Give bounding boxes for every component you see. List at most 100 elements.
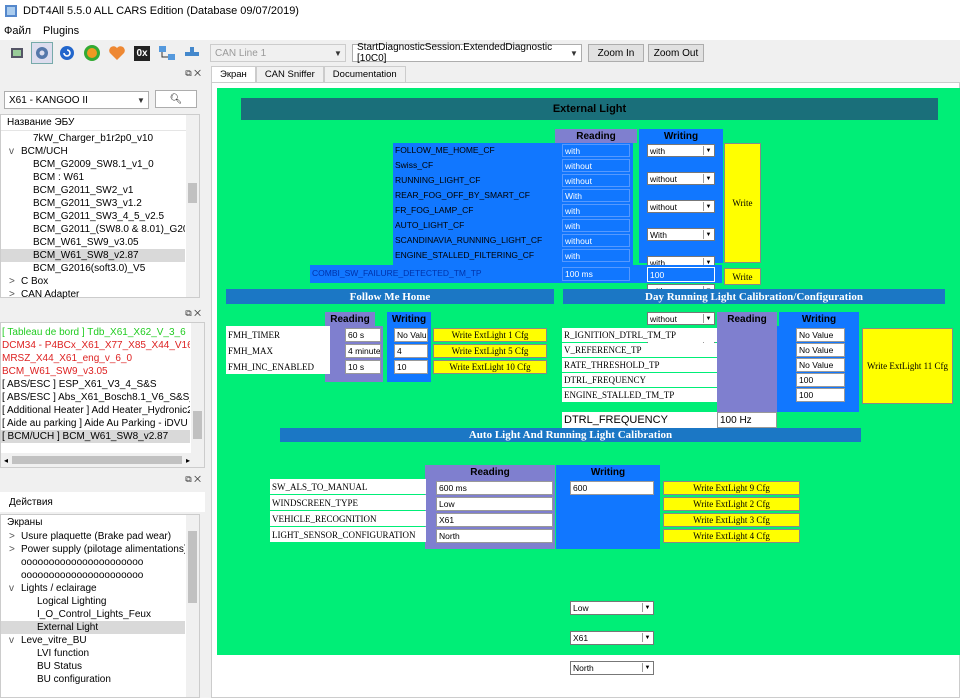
search-ecu-button[interactable]: 🔍︎ bbox=[155, 90, 197, 108]
screen-tree-item-label: Usure plaquette (Brake pad wear) bbox=[21, 531, 172, 542]
hex-0x-icon[interactable]: 0x bbox=[131, 42, 153, 64]
refresh-icon[interactable] bbox=[56, 42, 78, 64]
can-line-select[interactable]: CAN Line 1 ▼ bbox=[210, 44, 346, 62]
screen-tree-item[interactable]: v Lights / eclairage bbox=[1, 582, 185, 595]
param-write-select[interactable]: without ▼ bbox=[647, 312, 715, 325]
tab-screen[interactable]: Экран bbox=[211, 66, 256, 82]
expand-icon[interactable]: > bbox=[9, 530, 21, 543]
screen-tree-item[interactable]: > Power supply (pilotage alimentations) bbox=[1, 543, 185, 556]
expand-icon[interactable]: > bbox=[9, 275, 21, 288]
pipe-icon[interactable] bbox=[181, 42, 203, 64]
drl-write-button[interactable]: Write ExtLight 11 Cfg bbox=[862, 328, 953, 404]
auto-write-value: Low bbox=[573, 603, 589, 613]
ecu-tree-item[interactable]: BCM_W61_SW9_v3.05 bbox=[1, 236, 185, 249]
vehicle-select[interactable]: X61 - KANGOO II ▼ bbox=[4, 91, 149, 109]
ecu-tree-item[interactable]: BCM_G2011_(SW8.0 & 8.01)_G201... bbox=[1, 223, 185, 236]
screen-tree-item[interactable]: > Usure plaquette (Brake pad wear) bbox=[1, 530, 185, 543]
ecu-tree-item[interactable]: BCM_W61_SW8_v2.87 bbox=[1, 249, 185, 262]
screen-tree-item[interactable]: oooooooooooooooooooooo bbox=[1, 556, 185, 569]
expand-icon[interactable]: v bbox=[9, 634, 21, 647]
tab-can-sniffer[interactable]: CAN Sniffer bbox=[255, 66, 324, 82]
param-write-select[interactable]: with ▼ bbox=[647, 144, 715, 157]
expand-icon[interactable]: v bbox=[9, 145, 21, 158]
globe-icon[interactable] bbox=[81, 42, 103, 64]
chip-icon[interactable] bbox=[6, 42, 28, 64]
zoom-out-button[interactable]: Zoom Out bbox=[648, 44, 704, 62]
expand-icon[interactable]: > bbox=[9, 288, 21, 301]
menu-file[interactable]: Файл bbox=[4, 25, 31, 37]
auto-write-button[interactable]: Write ExtLight 4 Cfg bbox=[663, 529, 800, 543]
auto-write-button[interactable]: Write ExtLight 9 Cfg bbox=[663, 481, 800, 495]
ecu-tree: Название ЭБУ 7kW_Charger_b1r2p0_v10 v BCM/… bbox=[0, 114, 200, 301]
combi-write-button[interactable]: Write bbox=[724, 268, 761, 285]
ecu-list-item[interactable]: DCM34 - P4BCx_X61_X77_X85_X44_V16 bbox=[1, 339, 190, 352]
undock-icon[interactable]: ⧉ ✕ bbox=[185, 308, 201, 319]
param-read-value: with bbox=[562, 249, 630, 262]
tab-documentation[interactable]: Documentation bbox=[323, 66, 406, 82]
screens-scrollbar[interactable] bbox=[186, 515, 199, 697]
settings-gear-icon[interactable] bbox=[31, 42, 53, 64]
ecu-tree-item[interactable]: 7kW_Charger_b1r2p0_v10 bbox=[1, 132, 185, 145]
ecu-list-item[interactable]: [ Additional Heater ] Add Heater_Hydroni… bbox=[1, 404, 190, 417]
auto-write-input[interactable]: 600 bbox=[570, 481, 654, 495]
screens-tree-header: Экраны bbox=[7, 517, 43, 528]
menu-plugins[interactable]: Plugins bbox=[43, 25, 79, 37]
screen-tree-item[interactable]: I_O_Control_Lights_Feux bbox=[1, 608, 185, 621]
screen-tree-item[interactable]: BU configuration bbox=[1, 673, 185, 686]
ecu-list-item[interactable]: [ BCM/UCH ] BCM_W61_SW8_v2.87 bbox=[1, 430, 190, 443]
expand-icon[interactable]: > bbox=[9, 543, 21, 556]
ecu-tree-item[interactable]: BCM_G2016(soft3.0)_V5 bbox=[1, 262, 185, 275]
screen-tree-item[interactable]: BU Status bbox=[1, 660, 185, 673]
fmh-write-input[interactable]: No Value bbox=[394, 328, 428, 342]
param-write-select[interactable]: without ▼ bbox=[647, 200, 715, 213]
ecu-list-item[interactable]: MRSZ_X44_X61_eng_v_6_0 bbox=[1, 352, 190, 365]
ecu-tree-scrollbar[interactable] bbox=[186, 115, 199, 297]
ecu-tree-item[interactable]: BCM_G2011_SW3_4_5_v2.5 bbox=[1, 210, 185, 223]
fmh-write-button[interactable]: Write ExtLight 10 Cfg bbox=[433, 360, 547, 374]
ecu-list-hscrollbar[interactable]: ◂ ▸ bbox=[1, 453, 204, 467]
screen-tree-item[interactable]: v Leve_vitre_BU bbox=[1, 634, 185, 647]
param-write-select[interactable]: With ▼ bbox=[647, 228, 715, 241]
network-icon[interactable] bbox=[156, 42, 178, 64]
session-select[interactable]: StartDiagnosticSession.ExtendedDiagnosti… bbox=[352, 42, 582, 64]
auto-write-button[interactable]: Write ExtLight 3 Cfg bbox=[663, 513, 800, 527]
zoom-in-button[interactable]: Zoom In bbox=[588, 44, 644, 62]
ecu-tree-item[interactable]: > C Box bbox=[1, 275, 185, 288]
ecu-tree-item[interactable]: BCM_G2011_SW3_v1.2 bbox=[1, 197, 185, 210]
ecu-list-item[interactable]: [ Aide au parking ] Aide Au Parking - iD… bbox=[1, 417, 190, 430]
ecu-tree-item[interactable]: BCM_G2011_SW2_v1 bbox=[1, 184, 185, 197]
actions-label: Действия bbox=[0, 492, 205, 512]
fmh-reading-header: Reading bbox=[325, 312, 375, 326]
fmh-write-button[interactable]: Write ExtLight 5 Cfg bbox=[433, 344, 547, 358]
auto-write-select[interactable]: Low ▼ bbox=[570, 601, 654, 615]
auto-write-button[interactable]: Write ExtLight 2 Cfg bbox=[663, 497, 800, 511]
fmh-write-button[interactable]: Write ExtLight 1 Cfg bbox=[433, 328, 547, 342]
ecu-list-item[interactable]: [ ABS/ESC ] ESP_X61_V3_4_S&S bbox=[1, 378, 190, 391]
ecu-tree-item[interactable]: v BCM/UCH bbox=[1, 145, 185, 158]
write-button[interactable]: Write bbox=[724, 143, 761, 263]
fmh-section-title: Follow Me Home bbox=[226, 289, 554, 304]
screen-tree-item[interactable]: Logical Lighting bbox=[1, 595, 185, 608]
ecu-tree-item[interactable]: > CAN Adapter bbox=[1, 288, 185, 301]
ecu-list-scrollbar[interactable] bbox=[191, 323, 204, 453]
ecu-tree-item[interactable]: BCM_G2009_SW8.1_v1_0 bbox=[1, 158, 185, 171]
ecu-list-item[interactable]: [ ABS/ESC ] Abs_X61_Bosch8.1_V6_S&S_VE bbox=[1, 391, 190, 404]
auto-write-select[interactable]: North ▼ bbox=[570, 661, 654, 675]
screen-tree-item[interactable]: External Light bbox=[1, 621, 185, 634]
screen-tree-item[interactable]: oooooooooooooooooooooo bbox=[1, 569, 185, 582]
heart-icon[interactable] bbox=[106, 42, 128, 64]
ecu-list-item[interactable]: BCM_W61_SW9_v3.05 bbox=[1, 365, 190, 378]
screen-tree-item-label: oooooooooooooooooooooo bbox=[21, 557, 144, 568]
combi-write-input[interactable]: 100 bbox=[647, 267, 715, 282]
expand-icon[interactable]: v bbox=[9, 582, 21, 595]
ecu-list-item[interactable]: [ Tableau de bord ] Tdb_X61_X62_V_3_6 bbox=[1, 326, 190, 339]
undock-icon[interactable]: ⧉ ✕ bbox=[185, 68, 201, 79]
search-icon: 🔍︎ bbox=[169, 93, 183, 105]
fmh-write-input[interactable]: 4 bbox=[394, 344, 428, 358]
fmh-write-input[interactable]: 10 bbox=[394, 360, 428, 374]
screen-tree-item[interactable]: LVI function bbox=[1, 647, 185, 660]
param-write-select[interactable]: without ▼ bbox=[647, 172, 715, 185]
ecu-tree-item[interactable]: BCM : W61 bbox=[1, 171, 185, 184]
auto-write-select[interactable]: X61 ▼ bbox=[570, 631, 654, 645]
undock-icon[interactable]: ⧉ ✕ bbox=[185, 474, 201, 485]
